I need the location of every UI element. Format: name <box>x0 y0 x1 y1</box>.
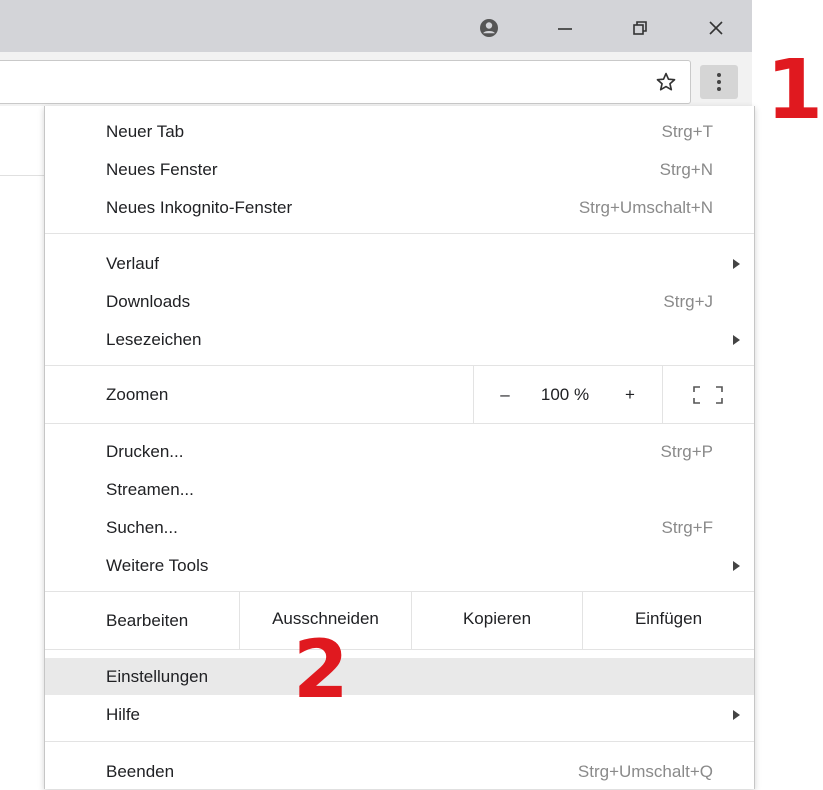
menu-item-label: Einstellungen <box>106 667 209 686</box>
menu-item-new-incognito-window[interactable]: Neues Inkognito-Fenster Strg+Umschalt+N <box>45 189 754 226</box>
menu-item-label: Verlauf <box>106 254 159 273</box>
edit-label: Bearbeiten <box>106 611 189 630</box>
menu-item-shortcut: Strg+J <box>663 292 713 311</box>
menu-item-bookmarks[interactable]: Lesezeichen <box>45 321 754 358</box>
menu-item-label: Weitere Tools <box>106 556 209 575</box>
menu-item-help[interactable]: Hilfe <box>45 696 754 733</box>
menu-separator <box>45 649 754 650</box>
menu-item-shortcut: Strg+Umschalt+N <box>578 198 713 217</box>
menu-separator <box>45 233 754 234</box>
menu-item-label: Streamen... <box>106 480 194 499</box>
submenu-arrow-icon <box>733 259 740 269</box>
minimize-button[interactable] <box>542 8 588 48</box>
address-bar[interactable] <box>0 60 691 104</box>
menu-item-cast[interactable]: Streamen... <box>45 471 754 508</box>
account-circle-icon[interactable] <box>466 8 512 48</box>
zoom-label: Zoomen <box>106 385 169 404</box>
fullscreen-button[interactable] <box>690 384 726 406</box>
menu-item-label: Suchen... <box>106 518 178 537</box>
bookmark-star-icon[interactable] <box>652 68 680 96</box>
minimize-icon <box>558 28 572 30</box>
title-bar <box>0 0 752 52</box>
menu-item-shortcut: Strg+N <box>659 160 713 179</box>
menu-item-more-tools[interactable]: Weitere Tools <box>45 547 754 584</box>
zoom-out-button[interactable]: – <box>490 366 520 423</box>
chrome-menu: Neuer Tab Strg+T Neues Fenster Strg+N Ne… <box>44 106 755 789</box>
menu-item-shortcut: Strg+T <box>661 122 714 141</box>
step-1-annotation: 1 <box>766 43 823 138</box>
menu-item-label: Beenden <box>106 762 175 781</box>
menu-item-label: Downloads <box>106 292 191 311</box>
menu-item-exit[interactable]: Beenden Strg+Umschalt+Q <box>45 753 754 790</box>
menu-item-label: Lesezeichen <box>106 330 202 349</box>
menu-item-label: Neues Inkognito-Fenster <box>106 198 293 217</box>
zoom-value: 100 % <box>540 385 590 404</box>
zoom-in-button[interactable]: + <box>615 366 645 423</box>
menu-item-label: Drucken... <box>106 442 184 461</box>
copy-button[interactable]: Kopieren <box>412 592 582 645</box>
submenu-arrow-icon <box>733 561 740 571</box>
menu-item-print[interactable]: Drucken... Strg+P <box>45 433 754 470</box>
menu-item-new-tab[interactable]: Neuer Tab Strg+T <box>45 113 754 150</box>
menu-item-new-window[interactable]: Neues Fenster Strg+N <box>45 151 754 188</box>
menu-separator <box>45 423 754 424</box>
restore-icon <box>633 21 647 35</box>
fullscreen-icon <box>693 386 723 404</box>
chrome-menu-button[interactable] <box>700 65 738 99</box>
submenu-arrow-icon <box>733 710 740 720</box>
menu-separator <box>45 741 754 742</box>
zoom-row: Zoomen – 100 % + <box>45 366 754 423</box>
menu-item-find[interactable]: Suchen... Strg+F <box>45 509 754 546</box>
edit-row: Bearbeiten Ausschneiden Kopieren Einfüge… <box>45 592 754 649</box>
close-button[interactable] <box>693 8 739 48</box>
vertical-dots-icon <box>717 73 721 91</box>
restore-button[interactable] <box>617 8 663 48</box>
menu-item-history[interactable]: Verlauf <box>45 245 754 282</box>
zoom-divider <box>473 366 474 423</box>
menu-item-downloads[interactable]: Downloads Strg+J <box>45 283 754 320</box>
paste-button[interactable]: Einfügen <box>583 592 754 645</box>
menu-item-shortcut: Strg+P <box>660 442 713 461</box>
menu-item-settings[interactable]: Einstellungen <box>45 658 754 695</box>
menu-item-shortcut: Strg+F <box>661 518 714 537</box>
menu-item-shortcut: Strg+Umschalt+Q <box>577 762 713 781</box>
step-2-annotation: 2 <box>293 623 349 716</box>
page-divider <box>0 175 44 176</box>
menu-item-label: Neues Fenster <box>106 160 218 179</box>
browser-toolbar <box>0 52 752 106</box>
menu-item-label: Neuer Tab <box>106 122 185 141</box>
close-icon <box>709 21 723 35</box>
zoom-divider <box>662 366 663 423</box>
submenu-arrow-icon <box>733 335 740 345</box>
menu-item-label: Hilfe <box>106 705 141 724</box>
